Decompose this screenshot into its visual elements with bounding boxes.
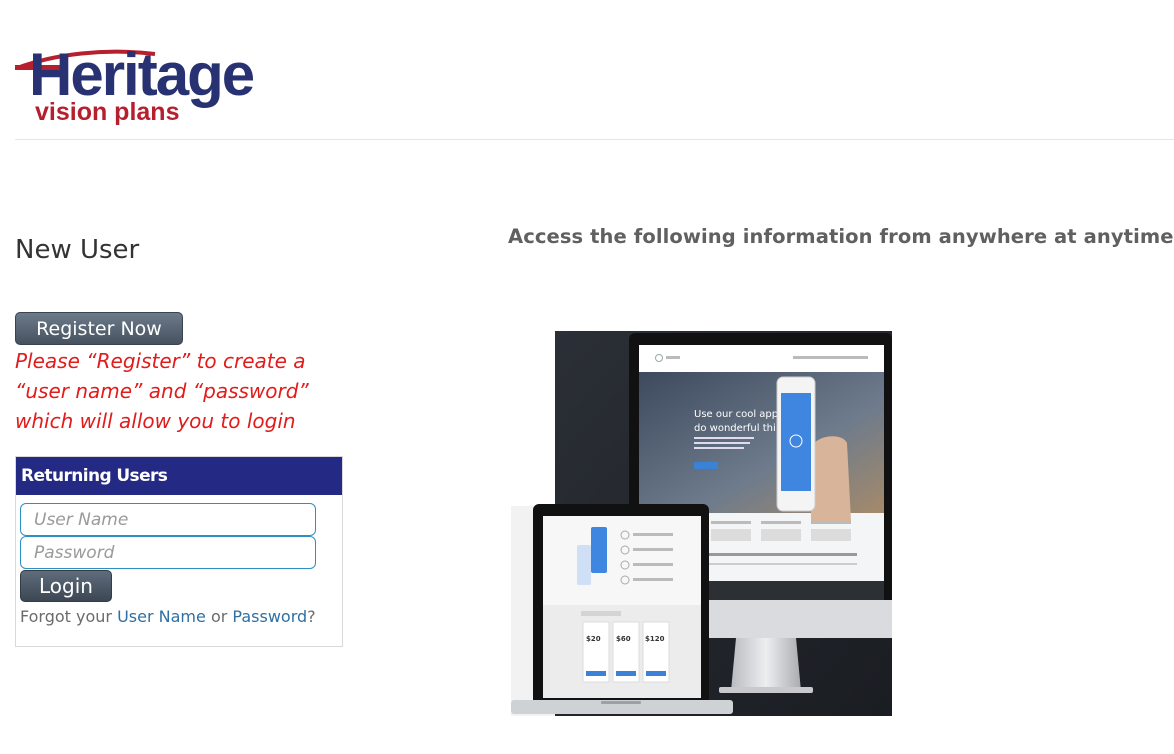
forgot-suffix: ? — [307, 607, 316, 626]
forgot-credentials: Forgot your User Name or Password? — [20, 607, 316, 626]
devices-image: Use our cool app to do wonderful things. — [511, 331, 892, 716]
returning-users-title: Returning Users — [16, 457, 342, 495]
promo-tagline: Access the following information from an… — [508, 225, 1174, 248]
forgot-prefix: Forgot your — [20, 607, 118, 626]
header-divider — [15, 139, 1174, 140]
username-input[interactable] — [20, 503, 316, 536]
forgot-username-link[interactable]: User Name — [117, 607, 206, 626]
new-user-heading: New User — [15, 235, 140, 265]
devices-illustration: Use our cool app to do wonderful things. — [511, 331, 892, 716]
password-input[interactable] — [20, 536, 316, 569]
laptop-price-2: $60 — [616, 635, 631, 643]
login-button[interactable]: Login — [20, 570, 112, 602]
heritage-logo-graphic: Heritage vision plans — [15, 41, 256, 126]
register-now-button[interactable]: Register Now — [15, 312, 183, 345]
heritage-logo[interactable]: Heritage vision plans — [15, 34, 303, 126]
forgot-or: or — [205, 607, 233, 626]
laptop-price-1: $20 — [586, 635, 601, 643]
register-instructions: Please “Register” to create a “user name… — [15, 349, 309, 433]
logo-subtitle: vision plans — [35, 98, 179, 126]
laptop-price-3: $120 — [645, 635, 665, 643]
returning-users-panel: Returning Users Login Forgot your User N… — [15, 456, 343, 647]
forgot-password-link[interactable]: Password — [232, 607, 307, 626]
